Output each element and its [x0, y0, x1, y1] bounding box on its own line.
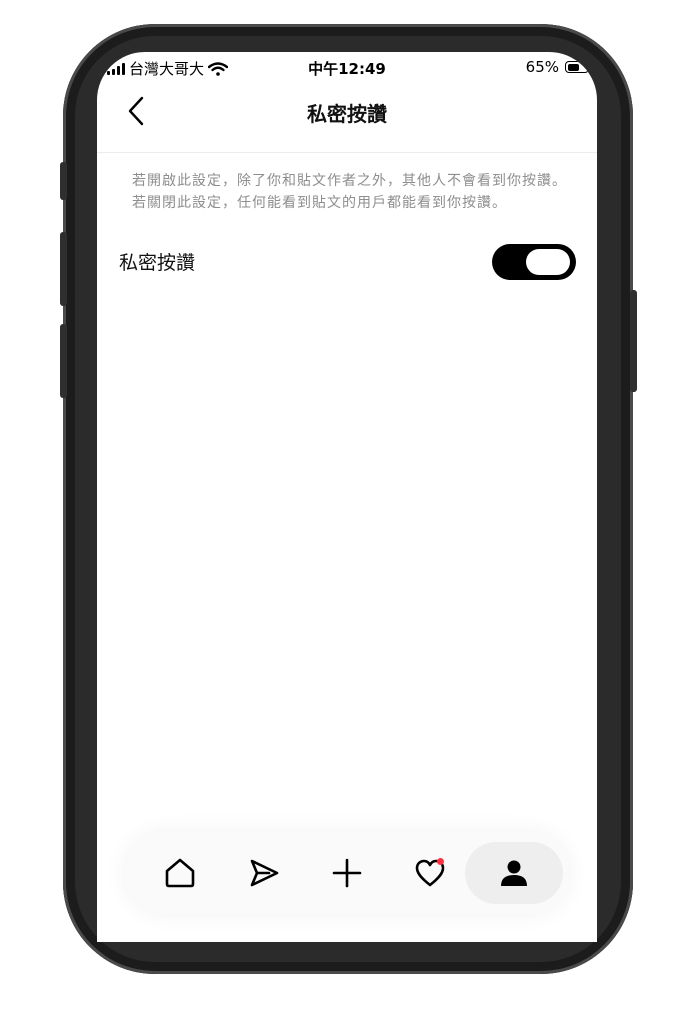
private-likes-toggle[interactable]: [492, 244, 576, 280]
notification-dot: [437, 858, 444, 865]
page-title: 私密按讚: [307, 102, 387, 126]
battery-fill: [567, 63, 580, 71]
status-time: 中午12:49: [308, 60, 386, 78]
profile-icon: [501, 860, 527, 886]
battery-group: 65%: [525, 58, 592, 76]
screen: 台灣大哥大 中午12:49 65% 私密按讚 若開啟此設定，除了你和貼文作者之外…: [97, 52, 597, 942]
tab-activity[interactable]: [399, 842, 461, 904]
tab-profile[interactable]: [465, 842, 563, 904]
setting-description: 若開啟此設定，除了你和貼文作者之外，其他人不會看到你按讚。若關閉此設定，任何能看…: [132, 173, 567, 211]
plus-icon: [332, 858, 362, 888]
battery-percent: 65%: [525, 58, 559, 76]
toggle-knob: [526, 249, 570, 275]
send-icon: [250, 859, 279, 887]
tab-home[interactable]: [149, 842, 211, 904]
tab-create[interactable]: [316, 842, 378, 904]
nav-header: 私密按讚: [97, 84, 597, 153]
silent-switch: [60, 162, 67, 200]
battery-icon: [565, 61, 592, 73]
private-likes-label: 私密按讚: [119, 252, 196, 274]
volume-down-button: [60, 324, 67, 398]
volume-up-button: [60, 232, 67, 306]
tab-bar: [125, 832, 569, 914]
power-button: [630, 290, 637, 392]
status-bar: 台灣大哥大 中午12:49 65%: [97, 52, 597, 84]
tab-send[interactable]: [233, 842, 295, 904]
home-icon: [165, 858, 195, 888]
